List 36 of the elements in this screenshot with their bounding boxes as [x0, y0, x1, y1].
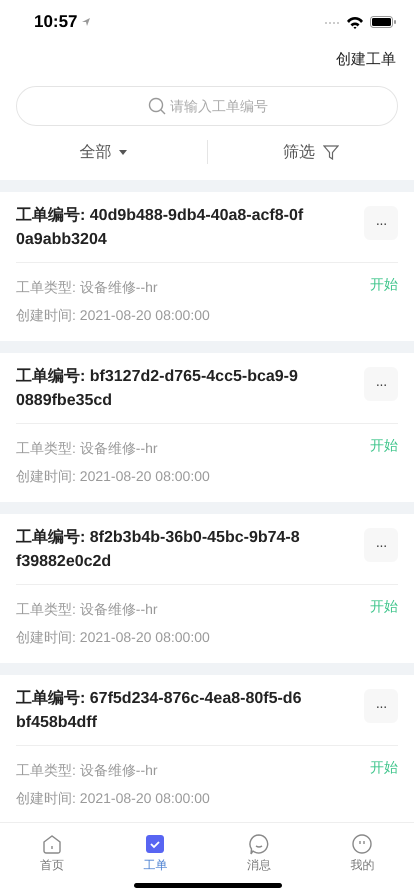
search-icon	[148, 97, 166, 115]
more-button[interactable]: ···	[364, 689, 398, 723]
more-button[interactable]: ···	[364, 528, 398, 562]
face-icon	[351, 833, 374, 855]
created-time: 创建时间: 2021-08-20 08:00:00	[16, 628, 211, 647]
order-type: 工单类型: 设备维修--hr	[16, 600, 158, 619]
more-button[interactable]: ···	[364, 367, 398, 401]
filter-button[interactable]: 筛选	[208, 142, 414, 162]
tab-item[interactable]: 消息	[207, 833, 310, 874]
created-time: 创建时间: 2021-08-20 08:00:00	[16, 306, 211, 325]
order-title: 工单编号: 8f2b3b4b-36b0-45bc-9b74-8f39882e0c2d	[16, 527, 301, 572]
search-field[interactable]: 请输入工单编号	[16, 86, 398, 126]
created-time: 创建时间: 2021-08-20 08:00:00	[16, 789, 211, 808]
created-time: 创建时间: 2021-08-20 08:00:00	[16, 467, 211, 486]
tab-item[interactable]: 工单	[104, 833, 207, 874]
order-type: 工单类型: 设备维修--hr	[16, 761, 158, 780]
more-button[interactable]: ···	[364, 206, 398, 240]
signal-icon	[324, 19, 340, 25]
status-time: 10:57	[34, 12, 78, 32]
caret-icon	[119, 150, 128, 154]
order-type: 工单类型: 设备维修--hr	[16, 278, 158, 297]
home-icon	[40, 833, 63, 855]
order-title: 工单编号: 67f5d234-876c-4ea8-80f5-d6bf458b4dff	[16, 688, 302, 733]
location-icon	[81, 17, 92, 27]
order-title: 工单编号: 40d9b488-9db4-40a8-acf8-0f0a9abb3204	[16, 205, 304, 250]
battery-icon	[370, 16, 396, 28]
create-order-button[interactable]: 创建工单	[336, 50, 396, 68]
category-dropdown[interactable]: 全部	[0, 142, 206, 162]
checkbox-icon	[144, 833, 166, 855]
tab-item[interactable]: 首页	[0, 833, 104, 874]
chat-bubble-icon	[248, 833, 270, 855]
order-title: 工单编号: bf3127d2-d765-4cc5-bca9-90889fbe35cd	[16, 366, 299, 411]
wifi-icon	[346, 16, 364, 28]
tab-item[interactable]: 我的	[310, 833, 414, 874]
order-type: 工单类型: 设备维修--hr	[16, 439, 158, 458]
filter-icon	[322, 144, 339, 160]
